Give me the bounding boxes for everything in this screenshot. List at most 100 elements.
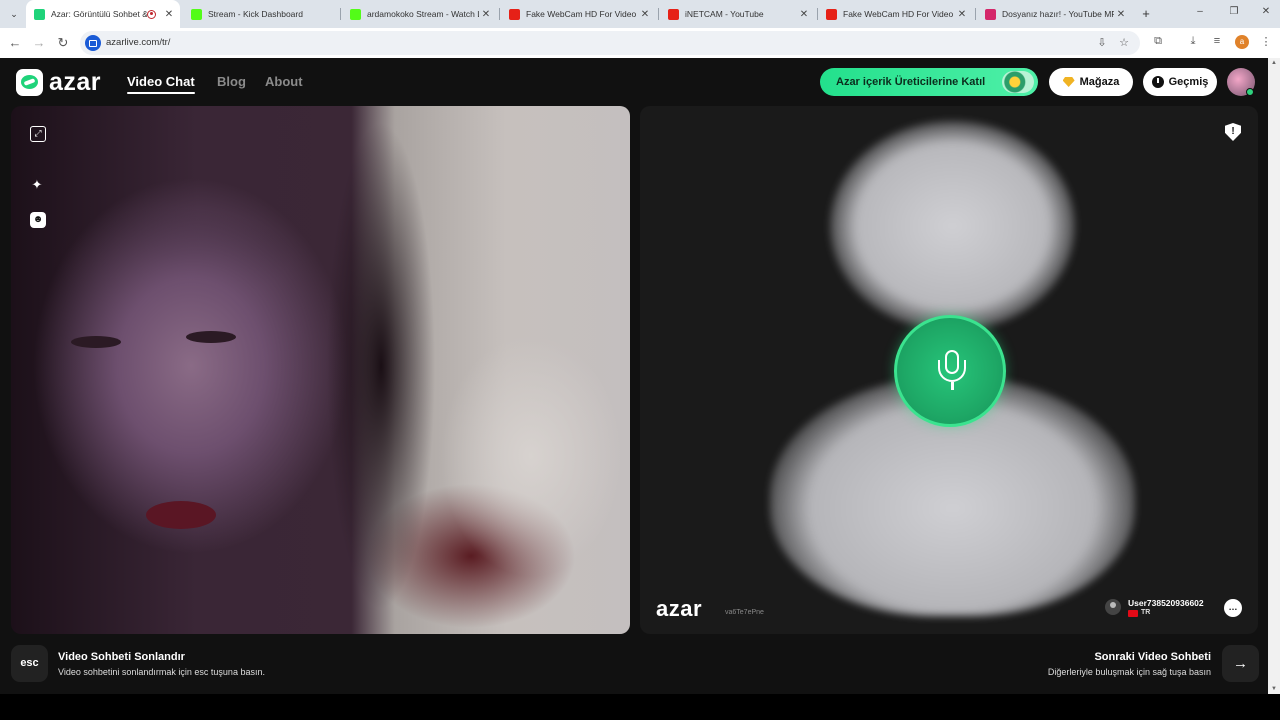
shop-label: Mağaza <box>1079 76 1120 88</box>
media-controls-icon[interactable]: ≡ <box>1209 35 1225 47</box>
tab-title: ardamokoko Stream - Watch Li <box>367 9 479 19</box>
gem-icon <box>1062 77 1075 87</box>
tab-title: Dosyanız hazır! - YouTube MP3 <box>1002 9 1114 19</box>
history-label: Geçmiş <box>1168 76 1209 88</box>
partner-country: TR <box>1141 609 1151 616</box>
microphone-icon-arc <box>938 360 966 382</box>
tab-divider <box>340 8 341 20</box>
end-chat-esc-button[interactable]: esc <box>11 645 48 682</box>
browser-toolbar: ← → ↻ azarlive.com/tr/ ⇩ ☆ ⧉ ⤓ ≡ a ⋮ <box>0 28 1280 58</box>
forward-arrow-icon[interactable]: → <box>31 35 47 51</box>
video-frame-detail <box>186 331 236 343</box>
window-bottom-edge <box>0 694 1280 720</box>
kick-favicon-icon <box>191 8 202 20</box>
tab-title: Stream - Kick Dashboard <box>208 9 303 19</box>
kick-favicon-icon <box>350 8 361 20</box>
site-info-icon[interactable] <box>85 35 101 51</box>
nav-blog[interactable]: Blog <box>217 74 246 89</box>
restore-icon[interactable]: ❐ <box>1226 6 1242 17</box>
creator-program-label: Azar içerik Üreticilerine Katıl <box>836 76 986 88</box>
video-frame-detail <box>71 336 121 348</box>
tab-close-icon[interactable]: ✕ <box>479 9 493 20</box>
nav-about[interactable]: About <box>265 74 303 89</box>
tab-search-chevron-down-icon[interactable]: ⌄ <box>5 5 23 23</box>
chat-bubble-icon[interactable]: … <box>1224 599 1242 617</box>
creator-program-button[interactable]: Azar içerik Üreticilerine Katıl <box>820 68 1038 96</box>
online-status-badge <box>1246 88 1254 96</box>
placeholder-head-silhouette <box>830 121 1075 331</box>
back-arrow-icon[interactable]: ← <box>7 35 23 51</box>
azar-logo-icon[interactable] <box>16 69 43 96</box>
end-chat-hint: Video sohbetini sonlandırmak için esc tu… <box>58 667 265 677</box>
youtube-favicon-icon <box>509 8 520 20</box>
turkey-flag-icon <box>1128 610 1138 617</box>
tab-divider <box>975 8 976 20</box>
tab-title: Fake WebCam HD For Video C <box>526 9 638 19</box>
end-chat-title: Video Sohbeti Sonlandır <box>58 651 185 663</box>
microphone-button[interactable] <box>894 315 1006 427</box>
video-frame-detail <box>146 501 216 529</box>
browser-tab-strip: ⌄ Azar: Görüntülü Sohbet & V ✕ Stream - … <box>0 0 1280 28</box>
tab-title: Azar: Görüntülü Sohbet & V <box>51 9 147 19</box>
window-close-icon[interactable]: ✕ <box>1258 6 1274 17</box>
active-nav-underline <box>127 92 195 94</box>
creator-illustration-icon <box>1002 71 1034 93</box>
shop-button[interactable]: Mağaza <box>1049 68 1133 96</box>
profile-avatar-icon[interactable]: a <box>1235 35 1249 49</box>
tab-title: Fake WebCam HD For Video C <box>843 9 955 19</box>
tab-close-icon[interactable]: ✕ <box>797 9 811 20</box>
azar-watermark: azar <box>656 596 703 621</box>
youtube-favicon-icon <box>826 8 837 20</box>
tab-fake-webcam-2[interactable]: Fake WebCam HD For Video C ✕ <box>818 0 973 28</box>
recording-indicator-icon <box>147 9 156 19</box>
scroll-down-arrow-icon[interactable]: ▼ <box>1270 686 1278 692</box>
expand-icon[interactable]: ⤢ <box>30 126 46 142</box>
nav-video-chat[interactable]: Video Chat <box>127 74 195 89</box>
tab-close-icon[interactable]: ✕ <box>955 9 969 20</box>
next-chat-arrow-button[interactable]: → <box>1222 645 1259 682</box>
report-shield-icon[interactable]: ! <box>1225 123 1241 141</box>
tab-close-icon[interactable]: ✕ <box>162 9 176 20</box>
next-chat-title: Sonraki Video Sohbeti <box>1094 651 1211 663</box>
mp3-favicon-icon <box>985 8 996 20</box>
scroll-up-arrow-icon[interactable]: ▲ <box>1270 60 1278 66</box>
address-bar[interactable]: azarlive.com/tr/ ⇩ ☆ <box>80 31 1140 55</box>
tab-divider <box>658 8 659 20</box>
tab-kick-dashboard[interactable]: Stream - Kick Dashboard <box>183 0 338 28</box>
tab-title: iNETCAM - YouTube <box>685 9 764 19</box>
partner-avatar-icon[interactable] <box>1105 599 1121 615</box>
url-text[interactable]: azarlive.com/tr/ <box>106 37 170 48</box>
clock-icon <box>1151 76 1164 88</box>
page-scrollbar[interactable]: ▲ ▼ <box>1268 58 1280 694</box>
next-chat-hint: Diğerleriyle buluşmak için sağ tuşa bası… <box>1047 667 1211 677</box>
tab-close-icon[interactable]: ✕ <box>1114 9 1128 20</box>
downloads-icon[interactable]: ⤓ <box>1185 35 1201 48</box>
tab-close-icon[interactable]: ✕ <box>638 9 652 20</box>
azar-favicon-icon <box>34 8 45 20</box>
tab-kick-stream[interactable]: ardamokoko Stream - Watch Li ✕ <box>342 0 497 28</box>
remote-video-feed: ! azar va6Te7ePne User738520936602 TR … <box>640 106 1258 634</box>
bookmark-star-icon[interactable]: ☆ <box>1117 36 1131 49</box>
video-frame-detail <box>321 106 441 634</box>
install-app-icon[interactable]: ⇩ <box>1095 36 1109 49</box>
new-tab-plus-icon[interactable]: + <box>1137 5 1155 23</box>
youtube-favicon-icon <box>668 8 679 20</box>
brand-wordmark[interactable]: azar <box>49 68 101 97</box>
tab-azar[interactable]: Azar: Görüntülü Sohbet & V ✕ <box>26 0 180 28</box>
local-video-feed: ⤢ ✦ ☻ <box>11 106 630 634</box>
tab-inetcam[interactable]: iNETCAM - YouTube ✕ <box>660 0 815 28</box>
reload-icon[interactable]: ↻ <box>55 35 71 51</box>
extensions-puzzle-icon[interactable]: ⧉ <box>1150 35 1166 48</box>
tab-youtube-mp3[interactable]: Dosyanız hazır! - YouTube MP3 ✕ <box>977 0 1132 28</box>
azar-page: azar Video Chat Blog About Azar içerik Ü… <box>0 58 1268 694</box>
tab-divider <box>499 8 500 20</box>
tab-fake-webcam-1[interactable]: Fake WebCam HD For Video C ✕ <box>501 0 656 28</box>
partner-username[interactable]: User738520936602 <box>1128 598 1204 608</box>
browser-menu-icon[interactable]: ⋮ <box>1258 35 1274 48</box>
minimize-icon[interactable]: – <box>1192 6 1208 17</box>
microphone-icon-stem <box>951 382 954 390</box>
sparkle-icon[interactable]: ✦ <box>29 177 45 193</box>
face-filter-icon[interactable]: ☻ <box>30 212 46 228</box>
session-id: va6Te7ePne <box>725 609 764 616</box>
history-button[interactable]: Geçmiş <box>1143 68 1217 96</box>
